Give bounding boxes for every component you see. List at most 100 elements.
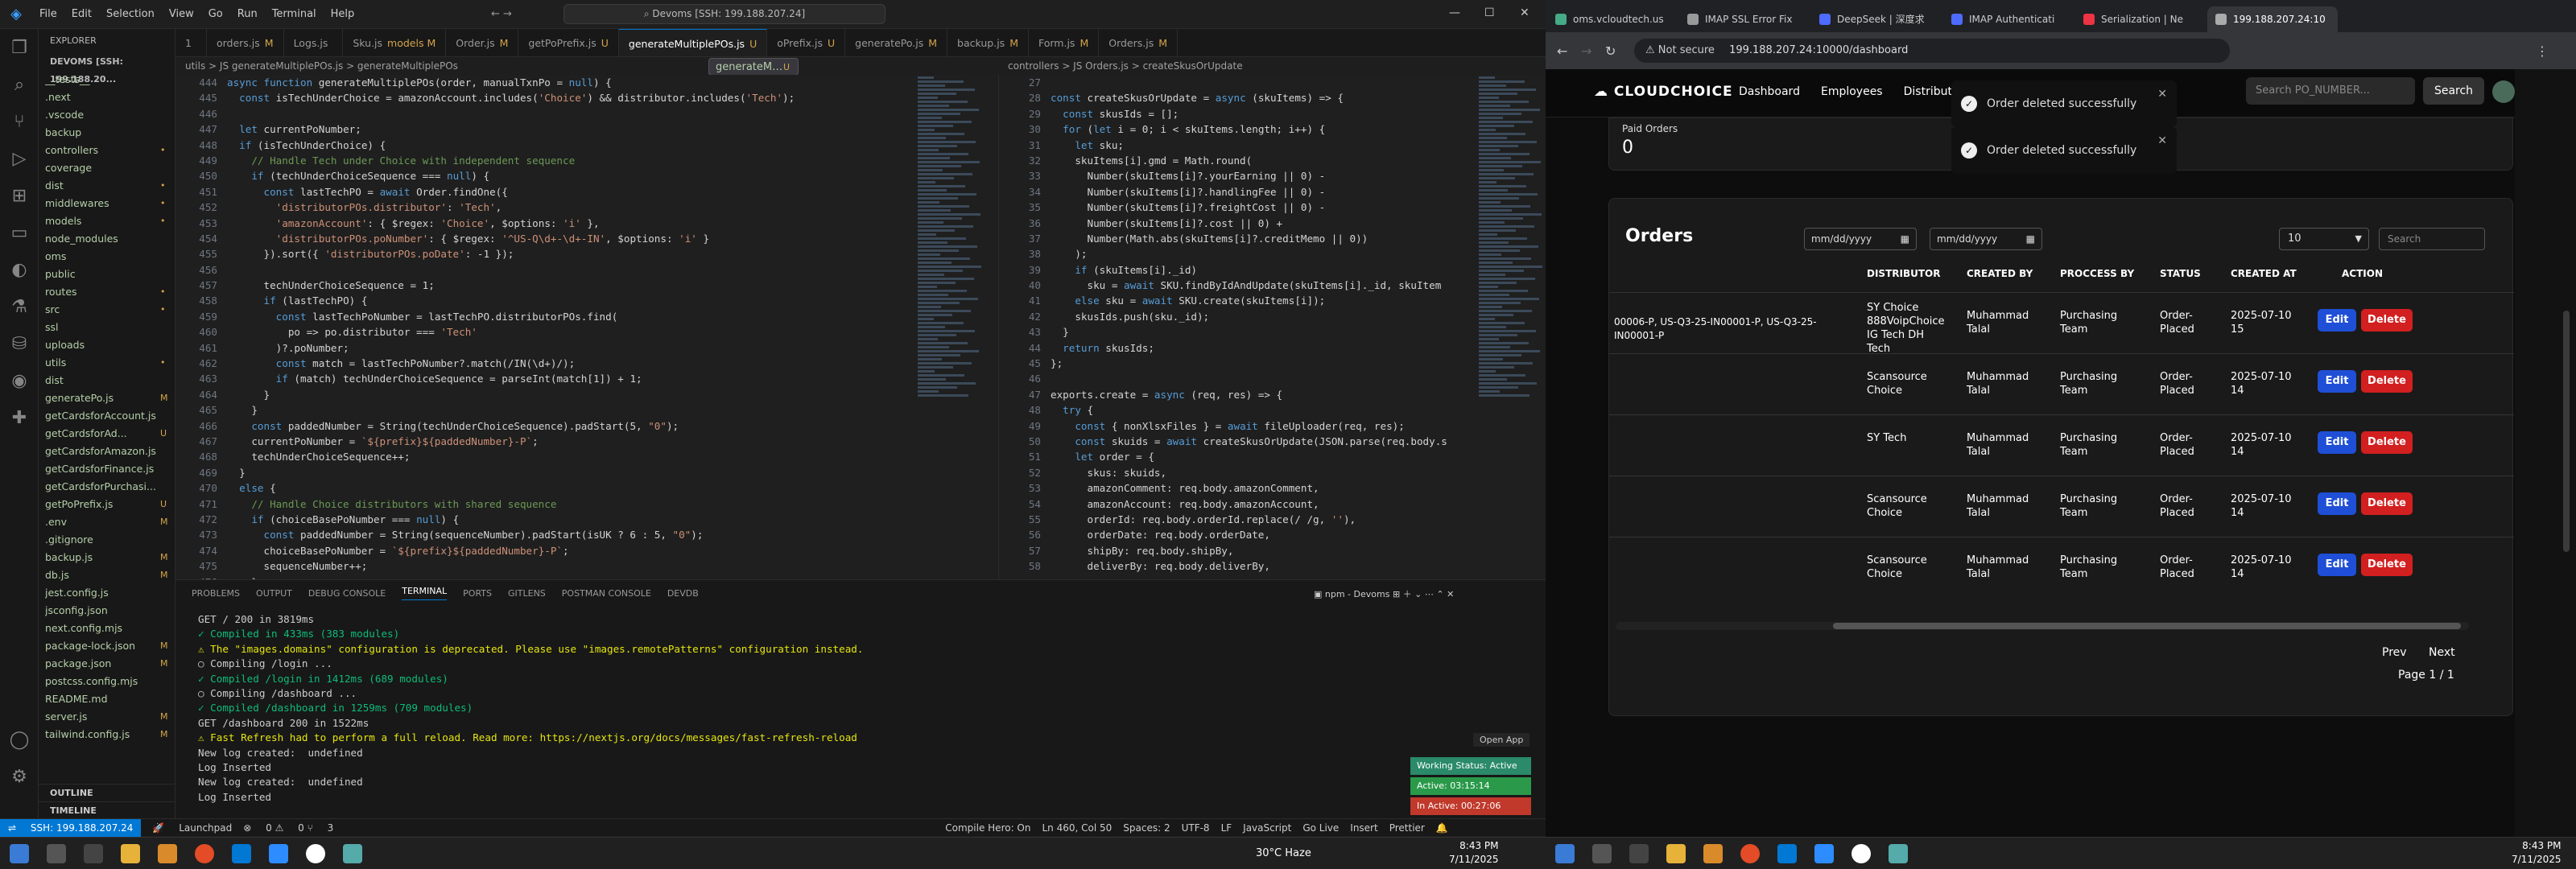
code-line[interactable]: let currentPoNumber; [227,121,795,137]
tree-item[interactable]: backup [39,124,175,142]
vscode-taskbar-icon[interactable] [1777,844,1797,863]
postman-icon[interactable]: ◉ [0,362,39,399]
edit-button[interactable]: Edit [2318,370,2356,393]
code-line[interactable]: const lastTechPO = await Order.findOne({ [227,184,795,200]
editor-tab[interactable]: oPrefix.js U [767,29,846,56]
minimize-icon[interactable]: — [1449,6,1460,19]
timeline-section[interactable]: TIMELINE [39,801,175,819]
code-line[interactable]: const paddedNumber = String(techUnderCho… [227,418,795,434]
editor-tab[interactable]: Order.js M [446,29,519,56]
code-line[interactable] [1051,75,1447,90]
terminal-instance[interactable]: ▣ npm - Devoms ⊞ ＋ ⌄ ⋯ ⌃ ✕ [1314,587,1454,600]
code-line[interactable]: } [227,402,795,418]
compile-hero[interactable]: Compile Hero: On [945,822,1030,834]
zoom-icon[interactable] [269,844,288,863]
code-line[interactable]: async function generateMultiplePOs(order… [227,75,795,90]
tree-item[interactable]: generatePo.js M [39,389,175,407]
code-line[interactable]: const createSkusOrUpdate = async (skuIte… [1051,90,1447,105]
code-line[interactable]: } [227,387,795,402]
code-line[interactable]: if (lastTechPO) { [227,293,795,308]
store-icon[interactable] [158,844,177,863]
back-icon[interactable]: ← [1557,43,1567,59]
code-line[interactable] [227,106,795,121]
close-icon[interactable]: ✕ [1520,6,1530,19]
code-line[interactable]: amazonComment: req.body.amazonComment, [1051,480,1447,496]
browser-tab[interactable]: IMAP Authenticati [1943,6,2074,32]
outline-section[interactable]: OUTLINE [39,784,175,801]
code-right[interactable]: const createSkusOrUpdate = async (skuIte… [1051,75,1447,575]
tree-item[interactable]: getCardsforAd... U [39,425,175,443]
tree-item[interactable]: package-lock.json M [39,637,175,655]
windows-start-icon[interactable] [10,844,29,863]
panel-tab-gitlens[interactable]: GITLENS [508,588,546,599]
code-line[interactable]: const { nonXlsxFiles } = await fileUploa… [1051,418,1447,434]
code-line[interactable]: 'distributorPOs.poNumber': { $regex: '^U… [227,231,795,246]
code-line[interactable]: orderId: req.body.orderId.replace(/ /g, … [1051,512,1447,527]
code-line[interactable]: return skusIds; [1051,340,1447,356]
app-icon[interactable] [306,844,325,863]
encoding[interactable]: UTF-8 [1182,822,1210,834]
code-line[interactable]: techUnderChoiceSequence = 1; [227,278,795,293]
task-view-icon[interactable] [84,844,103,863]
code-line[interactable]: )?.poNumber; [227,340,795,356]
tree-item[interactable]: src • [39,301,175,319]
code-line[interactable]: sku = await SKU.findByIdAndUpdate(skuIte… [1051,278,1447,293]
problems-indicator[interactable]: ⊗ 0 ⚠ 0 ⑂ 3 [243,822,333,834]
nav-back-forward-icon[interactable]: ← → [491,8,512,20]
code-line[interactable]: const lastTechPoNumber = lastTechPO.dist… [227,309,795,324]
notifications-bell-icon[interactable]: 🔔 [1436,822,1448,834]
code-line[interactable]: currentPoNumber = `${prefix}${paddedNumb… [227,434,795,449]
weather-widget[interactable]: 30°C Haze [1256,847,1311,859]
code-line[interactable]: if (skuItems[i]._id) [1051,262,1447,278]
date-from-input[interactable]: mm/dd/yyyy ▦ [1804,228,1917,250]
windows-start-icon[interactable] [1555,844,1575,863]
database-icon[interactable]: ⛁ [0,325,39,362]
page-size-select[interactable]: 10 ▼ [2279,228,2369,250]
settings-gear-icon[interactable]: ⚙ [0,758,39,795]
user-avatar[interactable] [2492,80,2515,103]
file-explorer-icon[interactable] [1666,844,1686,863]
code-line[interactable]: }).sort({ 'distributorPOs.poDate': -1 })… [227,246,795,262]
editor-tab[interactable]: generatePo.js M [845,29,948,56]
panel-tab-debug-console[interactable]: DEBUG CONSOLE [308,588,386,599]
editor-tab[interactable]: 1 [175,29,207,56]
indentation[interactable]: Spaces: 2 [1123,822,1170,834]
editor-tab[interactable]: Form.js M [1029,29,1100,56]
page-scrollbar[interactable] [2515,69,2576,837]
tree-item[interactable]: ssl [39,319,175,336]
not-secure-badge[interactable]: ⚠ Not secure [1645,44,1715,56]
editor-tab[interactable]: getPoPrefix.js U [518,29,619,56]
tree-item[interactable]: .gitignore [39,531,175,549]
tree-item[interactable]: coverage [39,159,175,177]
editor-tab[interactable]: Logs.js [284,29,344,56]
tree-item[interactable]: server.js M [39,708,175,726]
scrollbar-thumb[interactable] [2563,311,2570,552]
task-view-icon[interactable] [1629,844,1649,863]
explorer-icon[interactable]: ❐ [0,29,39,66]
po-search-button[interactable]: Search [2423,77,2484,105]
tree-item[interactable]: .vscode [39,106,175,124]
edit-button[interactable]: Edit [2318,554,2356,576]
delete-button[interactable]: Delete [2361,431,2413,454]
menu-item-edit[interactable]: Edit [72,8,92,20]
tree-item[interactable]: oms [39,248,175,266]
tree-item[interactable]: models • [39,212,175,230]
tree-item[interactable]: backup.js M [39,549,175,566]
testing-icon[interactable]: ⚗ [0,288,39,325]
app-icon[interactable] [1852,844,1871,863]
code-line[interactable]: } [227,465,795,480]
toast-close-icon[interactable]: ✕ [2157,117,2167,164]
tree-item[interactable]: uploads [39,336,175,354]
run-debug-icon[interactable]: ▷ [0,140,39,177]
code-line[interactable]: 'amazonAccount': { $regex: 'Choice', $op… [227,216,795,231]
code-line[interactable]: const match = lastTechPoNumber?.match(/I… [227,356,795,371]
prev-page-button[interactable]: Prev [2382,646,2407,659]
search-taskbar-icon[interactable] [47,844,66,863]
code-line[interactable]: po => po.distributor === 'Tech' [227,324,795,340]
code-line[interactable]: const skusIds = []; [1051,106,1447,121]
code-line[interactable]: choiceBasePoNumber = `${prefix}${paddedN… [227,543,795,558]
zoom-icon[interactable] [1814,844,1834,863]
workspace-title[interactable]: DEVOMS [SSH: 199.188.20... [39,53,175,84]
panel-tab-ports[interactable]: PORTS [463,588,492,599]
tree-item[interactable]: generateMulti...U [708,58,799,76]
